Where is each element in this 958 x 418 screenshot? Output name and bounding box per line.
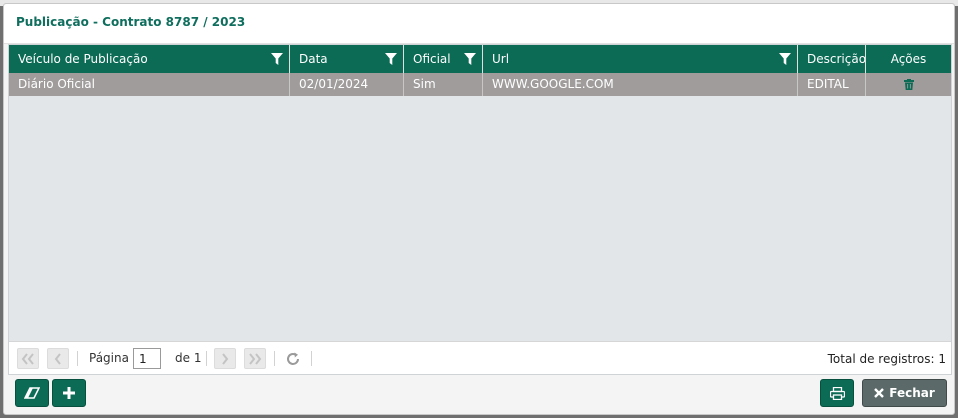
column-label: Data xyxy=(299,52,328,66)
column-header-veiculo[interactable]: Veículo de Publicação xyxy=(9,45,290,73)
publications-grid: Veículo de Publicação Data Oficial Url D… xyxy=(8,44,952,375)
cell-data: 02/01/2024 xyxy=(290,73,404,96)
double-chevron-right-icon xyxy=(249,352,262,365)
close-button[interactable]: Fechar xyxy=(862,379,947,407)
column-header-oficial[interactable]: Oficial xyxy=(404,45,483,73)
column-label: Oficial xyxy=(413,52,451,66)
dialog-header: Publicação - Contrato 8787 / 2023 xyxy=(4,4,954,44)
grid-empty-area xyxy=(9,96,951,341)
column-label: Ações xyxy=(890,52,927,66)
add-button[interactable] xyxy=(52,379,86,407)
chevron-left-icon xyxy=(54,352,61,365)
page-count-label: de 1 xyxy=(175,351,202,365)
cell-acoes xyxy=(866,73,951,96)
close-icon xyxy=(874,388,885,398)
pager-separator xyxy=(206,351,207,366)
refresh-button[interactable] xyxy=(283,349,303,369)
page-label: Página xyxy=(89,351,129,365)
pagination-bar: Página de 1 xyxy=(9,341,951,374)
filter-icon[interactable] xyxy=(464,53,476,65)
chevron-right-icon xyxy=(222,352,229,365)
clear-button[interactable] xyxy=(15,379,49,407)
trash-icon[interactable] xyxy=(903,79,914,90)
grid-header: Veículo de Publicação Data Oficial Url D… xyxy=(9,45,951,73)
publication-dialog: Publicação - Contrato 8787 / 2023 Veícul… xyxy=(3,3,955,415)
print-button[interactable] xyxy=(820,379,854,407)
filter-icon[interactable] xyxy=(385,53,397,65)
filter-icon[interactable] xyxy=(271,53,283,65)
double-chevron-left-icon xyxy=(21,352,34,365)
total-records-label: Total de registros: 1 xyxy=(827,352,946,366)
close-button-label: Fechar xyxy=(889,386,935,400)
cell-descricao: EDITAL xyxy=(798,73,866,96)
cell-oficial: Sim xyxy=(404,73,483,96)
table-row[interactable]: Diário Oficial 02/01/2024 Sim WWW.GOOGLE… xyxy=(9,73,951,96)
refresh-icon xyxy=(287,352,299,365)
eraser-icon xyxy=(24,387,40,399)
column-label: Veículo de Publicação xyxy=(18,52,148,66)
column-header-data[interactable]: Data xyxy=(290,45,404,73)
column-header-descricao[interactable]: Descrição xyxy=(798,45,866,73)
dialog-title: Publicação - Contrato 8787 / 2023 xyxy=(16,15,246,29)
filter-icon[interactable] xyxy=(779,53,791,65)
last-page-button[interactable] xyxy=(244,348,266,369)
printer-icon xyxy=(829,386,845,400)
column-header-url[interactable]: Url xyxy=(483,45,798,73)
previous-page-button[interactable] xyxy=(47,348,69,369)
cell-veiculo: Diário Oficial xyxy=(9,73,290,96)
pager-separator xyxy=(274,351,275,366)
page-number-input[interactable] xyxy=(133,348,161,369)
pager-separator xyxy=(77,351,78,366)
plus-icon xyxy=(63,387,75,399)
column-header-acoes: Ações xyxy=(866,45,951,73)
column-label: Descrição xyxy=(807,52,866,66)
column-label: Url xyxy=(492,52,510,66)
next-page-button[interactable] xyxy=(214,348,236,369)
pager-separator xyxy=(311,351,312,366)
first-page-button[interactable] xyxy=(17,348,39,369)
cell-url: WWW.GOOGLE.COM xyxy=(483,73,798,96)
